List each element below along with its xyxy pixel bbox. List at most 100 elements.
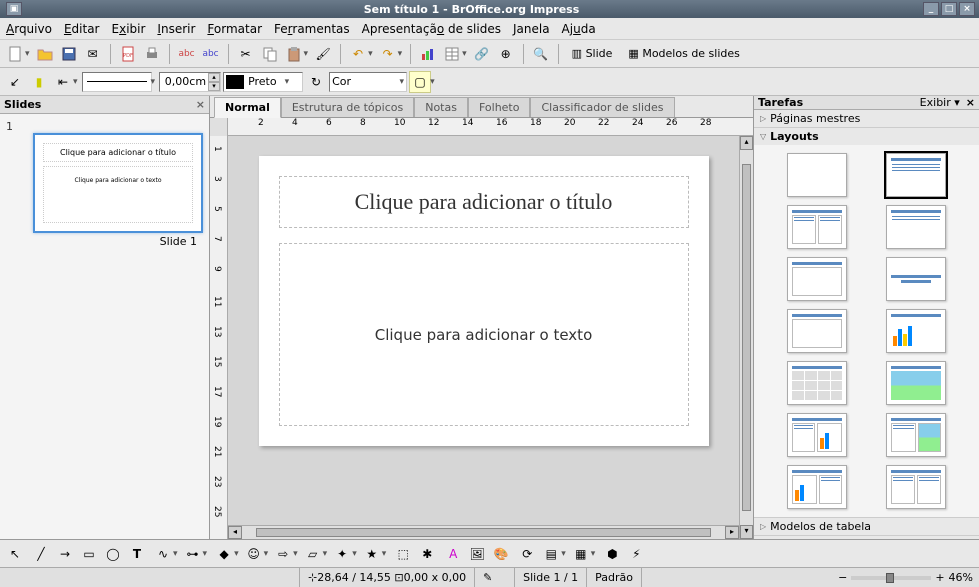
- scroll-h-thumb[interactable]: [256, 528, 711, 537]
- layout-image[interactable]: [886, 361, 946, 405]
- scroll-v-thumb[interactable]: [742, 164, 751, 511]
- spin-up[interactable]: ▴: [208, 73, 220, 82]
- section-layouts[interactable]: ▽Layouts: [754, 128, 979, 145]
- format-paintbrush-button[interactable]: 🖌: [312, 43, 334, 65]
- slide-entry[interactable]: 1 Clique para adicionar o título Clique …: [6, 120, 203, 250]
- line-style-dropdown[interactable]: ▾: [151, 77, 156, 87]
- fontwork-tool[interactable]: A: [442, 543, 464, 565]
- select-tool[interactable]: ↖: [4, 543, 26, 565]
- text-tool[interactable]: T: [126, 543, 148, 565]
- flowchart-tool[interactable]: ▱: [302, 543, 324, 565]
- tab-normal[interactable]: Normal: [214, 97, 281, 118]
- arrow-tool[interactable]: →: [54, 543, 76, 565]
- line-width-input[interactable]: [160, 75, 208, 88]
- scroll-right[interactable]: ▸: [725, 526, 739, 539]
- spellcheck-button[interactable]: abc: [176, 43, 198, 65]
- scroll-down[interactable]: ▾: [740, 525, 753, 539]
- menu-ferramentas[interactable]: Ferramentas: [274, 22, 350, 36]
- from-file-tool[interactable]: 🖼: [466, 543, 488, 565]
- menu-inserir[interactable]: Inserir: [157, 22, 195, 36]
- hyperlink-button[interactable]: 🔗: [471, 43, 493, 65]
- zoom-button[interactable]: 🔍: [530, 43, 552, 65]
- layout-text-image[interactable]: [886, 413, 946, 457]
- menu-formatar[interactable]: Formatar: [207, 22, 262, 36]
- copy-button[interactable]: [259, 43, 281, 65]
- zoom-in-icon[interactable]: +: [935, 571, 944, 584]
- gallery-tool[interactable]: 🎨: [490, 543, 512, 565]
- sync-button[interactable]: ↻: [305, 71, 327, 93]
- tab-notes[interactable]: Notas: [414, 97, 468, 117]
- slide-thumbnail[interactable]: Clique para adicionar o título Clique pa…: [33, 133, 203, 233]
- title-placeholder[interactable]: Clique para adicionar o título: [279, 176, 689, 228]
- zoom-slider[interactable]: [851, 576, 931, 580]
- open-button[interactable]: [34, 43, 56, 65]
- line-style-selector[interactable]: [82, 72, 152, 92]
- slide-designs-button[interactable]: ▦ Modelos de slides: [621, 43, 746, 65]
- content-placeholder[interactable]: Clique para adicionar o texto: [279, 243, 689, 426]
- rotate-tool[interactable]: ⟳: [516, 543, 538, 565]
- zoom-out-icon[interactable]: −: [838, 571, 847, 584]
- line-color-selector[interactable]: Preto ▾: [223, 72, 303, 92]
- menu-apresentacao[interactable]: Apresentação de slides: [362, 22, 501, 36]
- tab-sorter[interactable]: Classificador de slides: [530, 97, 674, 117]
- layout-table[interactable]: [787, 361, 847, 405]
- layout-centered[interactable]: [886, 257, 946, 301]
- basic-shapes-tool[interactable]: ◆: [213, 543, 235, 565]
- task-close-button[interactable]: ×: [966, 96, 975, 109]
- arrange-tool[interactable]: ▦: [570, 543, 592, 565]
- line-endings-dropdown[interactable]: ▾: [73, 77, 78, 87]
- zoom-control[interactable]: − + 46%: [832, 571, 979, 584]
- layout-text-chart[interactable]: [787, 413, 847, 457]
- cut-button[interactable]: ✂: [235, 43, 257, 65]
- menu-ajuda[interactable]: Ajuda: [562, 22, 596, 36]
- arrow-style-button[interactable]: ↙: [4, 71, 26, 93]
- canvas[interactable]: Clique para adicionar o título Clique pa…: [228, 136, 739, 525]
- glue-tool[interactable]: ✱: [416, 543, 438, 565]
- layout-object[interactable]: [787, 309, 847, 353]
- highlight-button[interactable]: ▮: [28, 71, 50, 93]
- points-tool[interactable]: ⬚: [392, 543, 414, 565]
- callout-tool[interactable]: ✦: [331, 543, 353, 565]
- tab-handout[interactable]: Folheto: [468, 97, 531, 117]
- scrollbar-horizontal[interactable]: ◂ ▸: [228, 525, 739, 539]
- print-button[interactable]: [141, 43, 163, 65]
- export-pdf-button[interactable]: PDF: [117, 43, 139, 65]
- layout-blank[interactable]: [787, 153, 847, 197]
- close-button[interactable]: ×: [959, 2, 975, 16]
- new-dropdown[interactable]: ▾: [25, 49, 30, 59]
- slide-workspace[interactable]: Clique para adicionar o título Clique pa…: [259, 156, 709, 446]
- new-button[interactable]: [4, 43, 26, 65]
- layout-chart-text[interactable]: [787, 465, 847, 509]
- layout-title-2content[interactable]: [787, 205, 847, 249]
- curve-tool[interactable]: ∿: [152, 543, 174, 565]
- menu-janela[interactable]: Janela: [513, 22, 550, 36]
- table-button[interactable]: [441, 43, 463, 65]
- interaction-tool[interactable]: ⚡: [625, 543, 647, 565]
- line-tool[interactable]: ╱: [30, 543, 52, 565]
- minimize-button[interactable]: _: [923, 2, 939, 16]
- layout-title-content[interactable]: [886, 153, 946, 197]
- line-endings-button[interactable]: ⇤: [52, 71, 74, 93]
- section-table-designs[interactable]: ▷Modelos de tabela: [754, 518, 979, 535]
- paste-button[interactable]: [283, 43, 305, 65]
- tab-outline[interactable]: Estrutura de tópicos: [281, 97, 414, 117]
- scroll-up[interactable]: ▴: [740, 136, 753, 150]
- stars-tool[interactable]: ★: [361, 543, 383, 565]
- save-button[interactable]: [58, 43, 80, 65]
- layout-text-text[interactable]: [886, 465, 946, 509]
- scrollbar-vertical[interactable]: ▴ ▾: [739, 136, 753, 539]
- autospell-button[interactable]: abc: [200, 43, 222, 65]
- zoom-value[interactable]: 46%: [949, 571, 973, 584]
- undo-button[interactable]: ↶: [347, 43, 369, 65]
- layout-chart[interactable]: [886, 309, 946, 353]
- menu-editar[interactable]: Editar: [64, 22, 100, 36]
- table-dropdown[interactable]: ▾: [462, 49, 467, 59]
- layout-title-box[interactable]: [787, 257, 847, 301]
- appmenu-icon[interactable]: ▣: [6, 2, 22, 16]
- line-width-spin[interactable]: ▴▾: [159, 72, 221, 92]
- rect-tool[interactable]: ▭: [78, 543, 100, 565]
- slide-button[interactable]: ▥ Slide: [565, 43, 620, 65]
- menu-arquivo[interactable]: Arquivo: [6, 22, 52, 36]
- spin-down[interactable]: ▾: [208, 82, 220, 91]
- chart-button[interactable]: [417, 43, 439, 65]
